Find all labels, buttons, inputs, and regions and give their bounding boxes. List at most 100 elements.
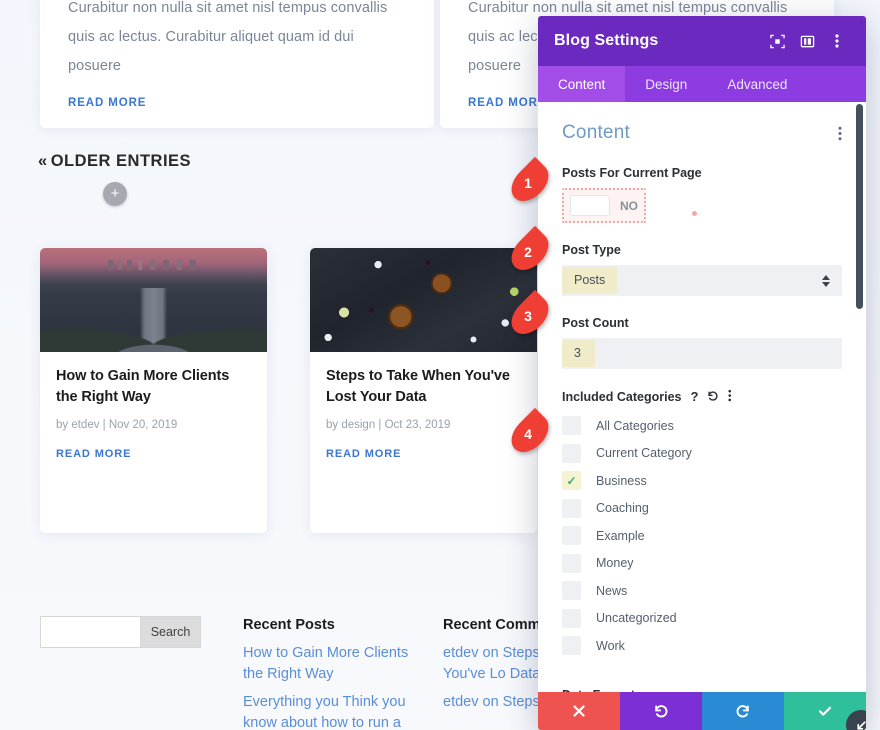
tab-content[interactable]: Content: [538, 66, 625, 102]
recent-comment-link[interactable]: etdev on Steps t: [443, 694, 548, 710]
screenshot-root: lectus mi.hi. Curabitur arcu erat, accum…: [0, 0, 880, 730]
post-title[interactable]: How to Gain More Clients the Right Way: [56, 366, 251, 408]
check-icon: ✓: [566, 475, 576, 487]
category-label: Coaching: [596, 501, 649, 515]
post-thumbnail: [40, 248, 267, 352]
redo-button[interactable]: [702, 692, 784, 730]
help-icon[interactable]: ?: [690, 390, 698, 403]
read-more-link[interactable]: READ MORE: [468, 97, 546, 109]
field-label: Post Count: [562, 316, 842, 330]
post-meta: by design | Oct 23, 2019: [326, 419, 521, 431]
panel-scroll-area: Content Posts For Current Page NO: [538, 102, 866, 692]
search-button[interactable]: Search: [141, 616, 201, 648]
category-checkbox[interactable]: [562, 444, 581, 463]
business-category-checkbox[interactable]: ✓: [562, 471, 581, 490]
panel-header: Blog Settings: [538, 16, 866, 66]
recent-post-link[interactable]: How to Gain More Clients the Right Way: [243, 645, 408, 682]
category-checkbox[interactable]: [562, 526, 581, 545]
tab-design[interactable]: Design: [625, 66, 707, 102]
post-title[interactable]: Steps to Take When You've Lost Your Data: [326, 366, 521, 408]
tab-advanced[interactable]: Advanced: [707, 66, 807, 102]
more-vertical-icon[interactable]: [824, 28, 850, 54]
cocktail-drinks-photo-icon: [310, 248, 537, 352]
layout-columns-icon[interactable]: [794, 28, 820, 54]
category-row[interactable]: Work: [562, 632, 842, 660]
blog-settings-panel: Blog Settings Conten: [538, 16, 866, 730]
toggle-state-label: NO: [620, 199, 638, 213]
category-label: Example: [596, 529, 645, 543]
category-row[interactable]: ✓ Business: [562, 467, 842, 495]
aerial-highway-photo-icon: [40, 248, 267, 352]
post-meta: by etdev | Nov 20, 2019: [56, 419, 251, 431]
category-checkbox[interactable]: [562, 554, 581, 573]
field-included-categories: Included Categories ?: [562, 389, 842, 660]
category-checkbox[interactable]: [562, 636, 581, 655]
section-more-icon[interactable]: [838, 126, 842, 141]
field-posts-for-current-page: Posts For Current Page NO: [562, 166, 842, 223]
field-label: Posts For Current Page: [562, 166, 842, 180]
excerpt-card: lectus mi.hi. Curabitur arcu erat, accum…: [40, 0, 434, 128]
list-item: Everything you Think you know about how …: [243, 692, 423, 730]
toggle-switch[interactable]: [570, 195, 610, 216]
read-more-link[interactable]: READ MORE: [68, 97, 146, 109]
callout-badge-1: 1: [507, 167, 553, 198]
add-module-button[interactable]: +: [103, 182, 127, 206]
older-entries-heading[interactable]: «OLDER ENTRIES: [38, 152, 191, 171]
field-label: Included Categories ?: [562, 389, 842, 404]
category-label: Current Category: [596, 446, 692, 460]
undo-button[interactable]: [620, 692, 702, 730]
posts-for-current-page-toggle[interactable]: NO: [562, 188, 646, 223]
reset-icon[interactable]: [707, 390, 719, 404]
excerpt-text: lectus mi.hi. Curabitur arcu erat, accum…: [68, 0, 406, 81]
category-row[interactable]: Coaching: [562, 495, 842, 523]
panel-title: Blog Settings: [554, 32, 760, 50]
read-more-link[interactable]: READ MORE: [326, 448, 401, 460]
category-checkbox[interactable]: [562, 609, 581, 628]
category-label: Uncategorized: [596, 611, 677, 625]
search-widget: Search: [40, 616, 201, 648]
recent-post-link[interactable]: Everything you Think you know about how …: [243, 694, 406, 730]
category-label: Work: [596, 639, 625, 653]
section-header: Content: [562, 122, 842, 144]
callout-badge-2: 2: [507, 236, 553, 267]
category-row[interactable]: Uncategorized: [562, 605, 842, 633]
panel-scrollbar[interactable]: [856, 104, 863, 309]
category-checkbox[interactable]: [562, 581, 581, 600]
chevron-left-icon: «: [38, 152, 48, 170]
cancel-button[interactable]: [538, 692, 620, 730]
fullscreen-icon[interactable]: [764, 28, 790, 54]
up-down-arrows-icon[interactable]: [822, 275, 830, 287]
read-more-link[interactable]: READ MORE: [56, 448, 131, 460]
post-count-input[interactable]: 3: [562, 338, 842, 369]
categories-more-icon[interactable]: [728, 389, 732, 404]
field-date-format: Date Format M j, Y: [562, 688, 842, 693]
category-label: Business: [596, 474, 647, 488]
recent-posts-widget: Recent Posts How to Gain More Clients th…: [243, 617, 423, 730]
category-label: News: [596, 584, 627, 598]
included-categories-label: Included Categories: [562, 390, 681, 404]
widget-title: Recent Posts: [243, 617, 423, 633]
category-label: All Categories: [596, 419, 674, 433]
category-row[interactable]: All Categories: [562, 412, 842, 440]
post-type-select[interactable]: Posts: [562, 265, 842, 296]
post-count-value: 3: [562, 340, 595, 367]
search-input[interactable]: [40, 616, 141, 648]
older-entries-label: OLDER ENTRIES: [51, 152, 191, 170]
blog-post-card[interactable]: Steps to Take When You've Lost Your Data…: [310, 248, 537, 533]
category-checkbox[interactable]: [562, 416, 581, 435]
panel-footer: [538, 692, 866, 730]
post-thumbnail: [310, 248, 537, 352]
field-post-count: Post Count 3: [562, 316, 842, 369]
list-item: How to Gain More Clients the Right Way: [243, 643, 423, 685]
category-checkbox[interactable]: [562, 499, 581, 518]
blog-post-card[interactable]: How to Gain More Clients the Right Way b…: [40, 248, 267, 533]
category-row[interactable]: Current Category: [562, 440, 842, 468]
category-label: Money: [596, 556, 634, 570]
field-post-type: Post Type Posts: [562, 243, 842, 296]
category-row[interactable]: Money: [562, 550, 842, 578]
category-row[interactable]: Example: [562, 522, 842, 550]
callout-badge-3: 3: [507, 300, 553, 331]
callout-badge-4: 4: [507, 418, 553, 449]
category-row[interactable]: News: [562, 577, 842, 605]
decorative-dot-icon: [692, 211, 697, 216]
